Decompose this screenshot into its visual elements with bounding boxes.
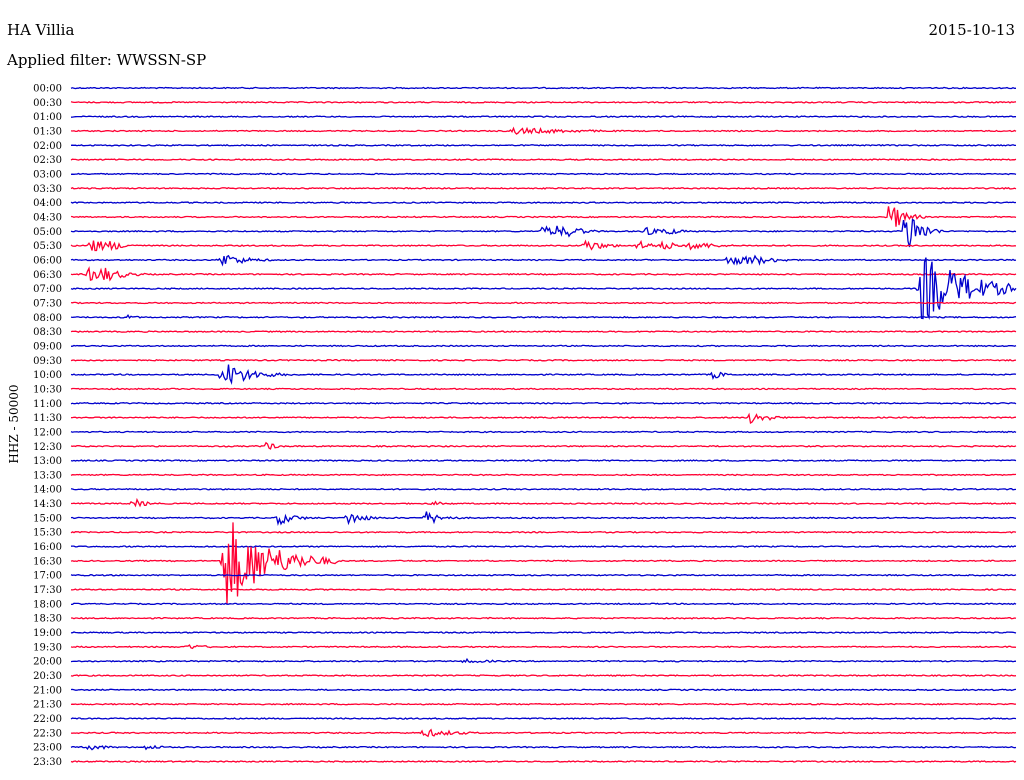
trace-line bbox=[71, 497, 1017, 508]
row-time-label: 08:30 bbox=[33, 327, 62, 338]
row-time-label: 15:30 bbox=[33, 528, 62, 539]
row-time-label: 08:00 bbox=[33, 313, 62, 324]
row-time-label: 12:30 bbox=[33, 442, 62, 453]
trace-line bbox=[70, 301, 1017, 305]
row-time-label: 22:00 bbox=[33, 714, 62, 725]
row-time-label: 09:30 bbox=[33, 356, 62, 367]
row-time-label: 22:30 bbox=[33, 728, 62, 739]
trace-line bbox=[70, 522, 1017, 605]
row-time-label: 21:30 bbox=[33, 700, 62, 711]
trace-line bbox=[70, 644, 1017, 650]
trace-line bbox=[70, 412, 1017, 425]
row-time-label: 04:00 bbox=[33, 198, 62, 209]
trace-line bbox=[70, 631, 1017, 634]
trace-line bbox=[70, 126, 1017, 135]
row-time-label: 21:00 bbox=[33, 685, 62, 696]
row-time-label: 13:00 bbox=[33, 456, 62, 467]
row-time-label: 11:30 bbox=[33, 413, 62, 424]
row-time-label: 13:30 bbox=[33, 470, 62, 481]
trace-line bbox=[70, 218, 1017, 248]
row-time-label: 14:00 bbox=[33, 485, 62, 496]
trace-line bbox=[70, 330, 1017, 333]
trace-line bbox=[70, 143, 1016, 147]
trace-line bbox=[70, 172, 1017, 176]
row-time-label: 18:30 bbox=[33, 614, 62, 625]
trace-line bbox=[70, 702, 1017, 706]
trace-line bbox=[70, 86, 1016, 90]
trace-line bbox=[70, 441, 1017, 450]
trace-line bbox=[70, 530, 1017, 534]
trace-line bbox=[70, 688, 1017, 692]
trace-line bbox=[70, 573, 1017, 577]
trace-line bbox=[70, 760, 1017, 763]
row-time-label: 07:00 bbox=[33, 284, 62, 295]
row-time-label: 19:00 bbox=[33, 628, 62, 639]
trace-line bbox=[70, 257, 1017, 321]
trace-line bbox=[70, 657, 1017, 664]
row-time-label: 05:00 bbox=[33, 227, 62, 238]
trace-line bbox=[71, 602, 1017, 606]
trace-line bbox=[70, 459, 1017, 462]
row-time-label: 15:00 bbox=[33, 513, 62, 524]
row-time-label: 07:30 bbox=[33, 298, 62, 309]
row-time-label: 10:30 bbox=[33, 384, 62, 395]
row-time-label: 01:00 bbox=[33, 112, 62, 123]
trace-line bbox=[70, 545, 1017, 548]
trace-line bbox=[70, 588, 1017, 591]
trace-line bbox=[70, 313, 1017, 319]
trace-line bbox=[70, 717, 1017, 720]
row-time-label: 20:30 bbox=[33, 671, 62, 682]
row-time-label: 23:30 bbox=[33, 757, 62, 768]
trace-line bbox=[70, 358, 1017, 362]
row-time-label: 06:30 bbox=[33, 270, 62, 281]
trace-line bbox=[70, 206, 1017, 227]
trace-line bbox=[70, 401, 1017, 405]
row-time-label: 12:00 bbox=[33, 427, 62, 438]
trace-line bbox=[70, 364, 1017, 386]
row-time-label: 17:30 bbox=[33, 585, 62, 596]
row-time-label: 11:00 bbox=[33, 399, 62, 410]
row-time-label: 03:30 bbox=[33, 184, 62, 195]
trace-line bbox=[70, 254, 1017, 267]
row-time-label: 03:00 bbox=[33, 169, 62, 180]
row-time-label: 17:00 bbox=[33, 571, 62, 582]
trace-line bbox=[70, 473, 1017, 477]
trace-line bbox=[70, 266, 1017, 282]
row-time-label: 14:30 bbox=[33, 499, 62, 510]
row-time-label: 19:30 bbox=[33, 642, 62, 653]
row-time-label: 00:00 bbox=[33, 84, 62, 95]
row-time-label: 02:00 bbox=[33, 141, 62, 152]
row-time-label: 04:30 bbox=[33, 212, 62, 223]
trace-line bbox=[70, 115, 1017, 118]
trace-line bbox=[70, 674, 1017, 677]
row-time-label: 16:00 bbox=[33, 542, 62, 553]
row-time-label: 02:30 bbox=[33, 155, 62, 166]
row-time-label: 18:00 bbox=[33, 599, 62, 610]
trace-line bbox=[70, 511, 1017, 527]
row-time-label: 05:30 bbox=[33, 241, 62, 252]
row-time-label: 01:30 bbox=[33, 126, 62, 137]
trace-line bbox=[70, 186, 1017, 190]
row-time-label: 20:00 bbox=[33, 657, 62, 668]
trace-line bbox=[70, 239, 1017, 252]
row-time-label: 10:00 bbox=[33, 370, 62, 381]
trace-line bbox=[70, 744, 1017, 751]
trace-line bbox=[70, 387, 1017, 391]
trace-line bbox=[70, 487, 1017, 491]
row-time-label: 16:30 bbox=[33, 556, 62, 567]
trace-line bbox=[70, 158, 1017, 161]
helicorder-plot: 00:00 00:30 01:00 01:30 02:00 02:30 03:00 03:30… bbox=[33, 84, 1017, 768]
trace-line bbox=[70, 344, 1017, 348]
trace-line bbox=[70, 430, 1017, 434]
trace-line bbox=[70, 201, 1017, 204]
row-time-label: 09:00 bbox=[33, 341, 62, 352]
trace-line bbox=[70, 101, 1017, 104]
row-time-label: 23:00 bbox=[33, 743, 62, 754]
trace-line bbox=[71, 616, 1017, 620]
row-time-label: 06:00 bbox=[33, 255, 62, 266]
row-time-label: 00:30 bbox=[33, 98, 62, 109]
trace-line bbox=[70, 728, 1017, 738]
